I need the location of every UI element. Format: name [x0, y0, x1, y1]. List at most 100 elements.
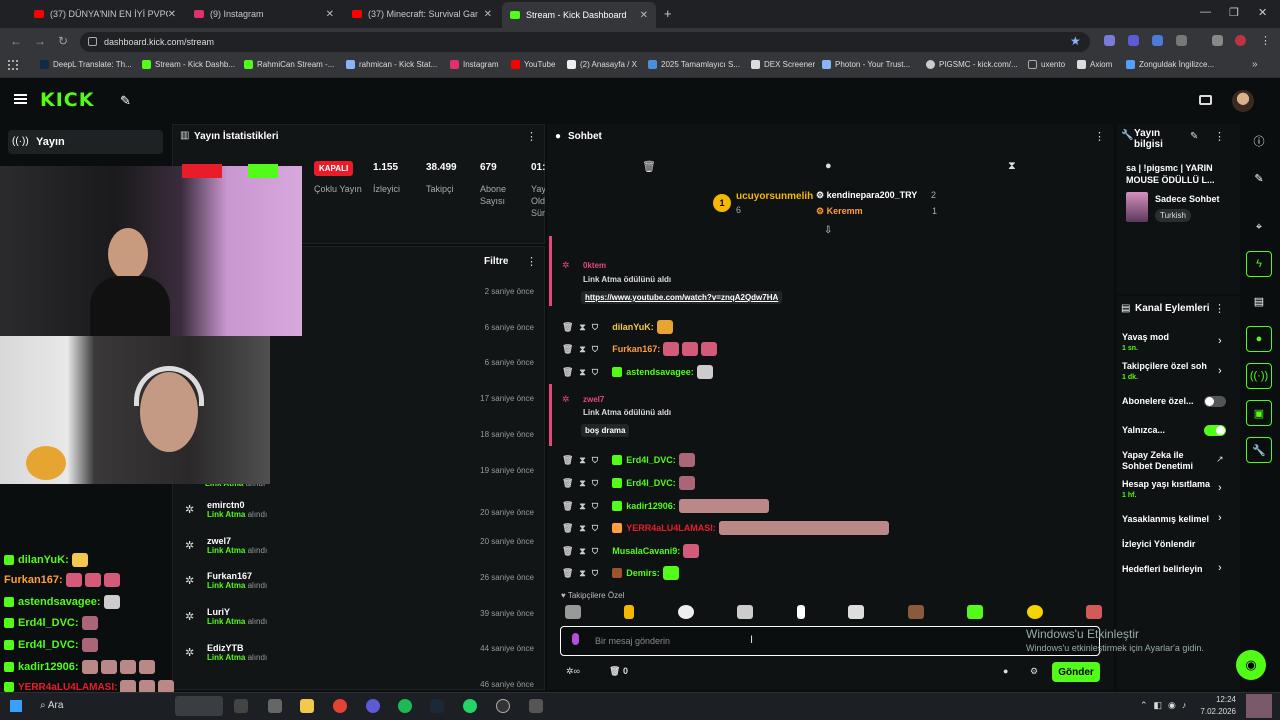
info-icon[interactable]: ⓘ: [1246, 128, 1272, 154]
pinned-counter[interactable]: 🗑 0: [609, 666, 628, 677]
extension-icon[interactable]: [1152, 35, 1163, 46]
tab-kick-dashboard[interactable]: Stream - Kick Dashboard ✕: [502, 2, 656, 28]
emote-icon[interactable]: [907, 605, 924, 619]
chat-menu-icon[interactable]: ⋮: [1094, 130, 1105, 143]
chevron-right-icon[interactable]: ›: [1218, 512, 1222, 524]
chat-message-input[interactable]: Bir mesaj gönderin: [560, 626, 1100, 656]
mod-tools-icon[interactable]: 🗑⧗⛉: [562, 322, 604, 333]
apps-grid-icon[interactable]: [8, 60, 18, 70]
bookmark-zonguldak[interactable]: Zonguldak İngilizce...: [1126, 60, 1214, 69]
forward-icon[interactable]: →: [34, 34, 46, 48]
emote-icon[interactable]: [624, 605, 635, 619]
maximize-icon[interactable]: ❐: [1229, 6, 1239, 19]
new-tab-icon[interactable]: +: [664, 6, 672, 21]
bookmark-uxento[interactable]: uxento: [1028, 60, 1065, 69]
bookmarks-more-icon[interactable]: »: [1252, 59, 1258, 70]
task-view-icon[interactable]: [234, 699, 248, 713]
emote-icon[interactable]: [1026, 605, 1043, 619]
emote-icon[interactable]: [1085, 605, 1102, 619]
emote-icon[interactable]: [796, 605, 805, 619]
mod-tools-icon[interactable]: 🗑⧗⛉: [562, 478, 604, 489]
minimize-icon[interactable]: —: [1200, 6, 1211, 18]
notification-thumbnail[interactable]: [1246, 694, 1272, 718]
tab-youtube-pvp[interactable]: (37) DÜNYA'NIN EN İYİ PVPCİSİ✕: [26, 4, 184, 24]
emote-icon[interactable]: [737, 605, 754, 619]
bookmark-axiom[interactable]: Axiom: [1077, 60, 1112, 69]
bookmark-kick-stats[interactable]: rahmican - Kick Stat...: [346, 60, 437, 69]
chat-bubble-icon[interactable]: ●: [1246, 326, 1272, 352]
cast-icon[interactable]: [1199, 95, 1212, 105]
stats-menu-icon[interactable]: ⋮: [526, 130, 537, 143]
hourglass-icon[interactable]: ⧗: [1008, 160, 1016, 173]
chevron-right-icon[interactable]: ›: [1218, 482, 1222, 494]
steam-icon[interactable]: [430, 699, 444, 713]
expand-icon[interactable]: ⇩: [824, 225, 832, 236]
bookmark-instagram[interactable]: Instagram: [450, 60, 499, 69]
whatsapp-icon[interactable]: [463, 699, 477, 713]
bookmark-star-icon[interactable]: ★: [1070, 34, 1081, 48]
mod-tools-icon[interactable]: 🗑⧗⛉: [562, 501, 604, 512]
info-menu-icon[interactable]: ⋮: [1214, 130, 1225, 143]
emote-icon[interactable]: [848, 605, 865, 619]
microphone-icon[interactable]: [572, 633, 579, 645]
emote-icon[interactable]: [565, 605, 581, 619]
tab-youtube-minecraft[interactable]: (37) Minecraft: Survival Games✕: [344, 4, 500, 24]
bookmark-kick-dashboard[interactable]: Stream - Kick Dashb...: [142, 60, 235, 69]
windows-start-icon[interactable]: [10, 700, 22, 712]
discord-icon[interactable]: [366, 699, 380, 713]
mod-tools-icon[interactable]: 🗑⧗⛉: [562, 367, 604, 378]
mod-tools-icon[interactable]: 🗑⧗⛉: [562, 546, 604, 557]
trash-icon[interactable]: 🗑: [642, 160, 656, 173]
tools-icon[interactable]: 🔧: [1246, 437, 1272, 463]
pin-icon[interactable]: ✎: [120, 93, 131, 109]
action-goals[interactable]: Hedefleri belirleyin: [1122, 564, 1203, 575]
system-tray-icons[interactable]: ⌃◧◉♪: [1140, 700, 1192, 711]
hamburger-menu-icon[interactable]: [14, 94, 27, 104]
send-button[interactable]: Gönder: [1052, 662, 1100, 682]
chrome-icon[interactable]: [333, 699, 347, 713]
bookmark-photon[interactable]: Photon - Your Trust...: [822, 60, 910, 69]
reload-icon[interactable]: ↻: [58, 34, 68, 48]
bookmark-deepl[interactable]: DeepL Translate: Th...: [40, 60, 132, 69]
sidebar-item-yayin[interactable]: Yayın: [8, 130, 163, 154]
settings-icon[interactable]: [529, 699, 543, 713]
mod-tools-icon[interactable]: 🗑⧗⛉: [562, 344, 604, 355]
action-banned-words[interactable]: Yasaklanmış kelimel: [1122, 514, 1209, 525]
target-icon[interactable]: ⌖: [1246, 214, 1272, 240]
extension-icon[interactable]: [1104, 35, 1115, 46]
mod-tools-icon[interactable]: 🗑⧗⛉: [562, 568, 604, 579]
bookmark-pigsmc[interactable]: PIGSMC - kick.com/...: [926, 60, 1018, 69]
chevron-right-icon[interactable]: ›: [1218, 365, 1222, 377]
tab-instagram[interactable]: (9) Instagram ✕: [186, 4, 342, 24]
points-icon[interactable]: ✲∞: [566, 666, 580, 677]
action-account-age[interactable]: Hesap yaşı kısıtlama 1 hf.: [1122, 479, 1210, 501]
taskbar-search[interactable]: ⌕ Ara: [40, 700, 63, 711]
bookmark-youtube[interactable]: YouTube: [511, 60, 555, 69]
spotify-icon[interactable]: [398, 699, 412, 713]
emoji-picker-icon[interactable]: ●: [1003, 666, 1008, 676]
bookmark-dexscreener[interactable]: DEX Screener: [751, 60, 815, 69]
document-icon[interactable]: ▤: [1246, 288, 1272, 314]
media-icon[interactable]: [1212, 35, 1223, 46]
pencil-icon[interactable]: ✎: [1246, 165, 1272, 191]
url-input[interactable]: dashboard.kick.com/stream: [80, 32, 1090, 52]
filter-button[interactable]: Filtre: [484, 256, 508, 267]
site-info-icon[interactable]: [88, 37, 97, 46]
action-slow-mode[interactable]: Yavaş mod 1 sn.: [1122, 332, 1169, 354]
broadcast-icon[interactable]: ((·)): [1246, 363, 1272, 389]
bookmark-tamamlayici[interactable]: 2025 Tamamlayıcı S...: [648, 60, 740, 69]
emote-icon[interactable]: [967, 605, 984, 619]
action-ai-moderation[interactable]: Yapay Zeka ile Sohbet Denetimi: [1122, 450, 1204, 472]
extension-icon[interactable]: [1128, 35, 1139, 46]
actions-menu-icon[interactable]: ⋮: [1214, 302, 1225, 315]
mod-tools-icon[interactable]: 🗑⧗⛉: [562, 455, 604, 466]
explorer-icon[interactable]: [300, 699, 314, 713]
subscribers-only-toggle[interactable]: [1204, 396, 1226, 407]
mod-tools-icon[interactable]: 🗑⧗⛉: [562, 523, 604, 534]
edit-icon[interactable]: ✎: [1190, 131, 1198, 142]
user-avatar[interactable]: [1232, 90, 1254, 112]
chevron-right-icon[interactable]: ›: [1218, 335, 1222, 347]
events-menu-icon[interactable]: ⋮: [526, 255, 537, 268]
back-icon[interactable]: ←: [10, 34, 22, 48]
chat-settings-icon[interactable]: ⚙: [1030, 666, 1038, 677]
